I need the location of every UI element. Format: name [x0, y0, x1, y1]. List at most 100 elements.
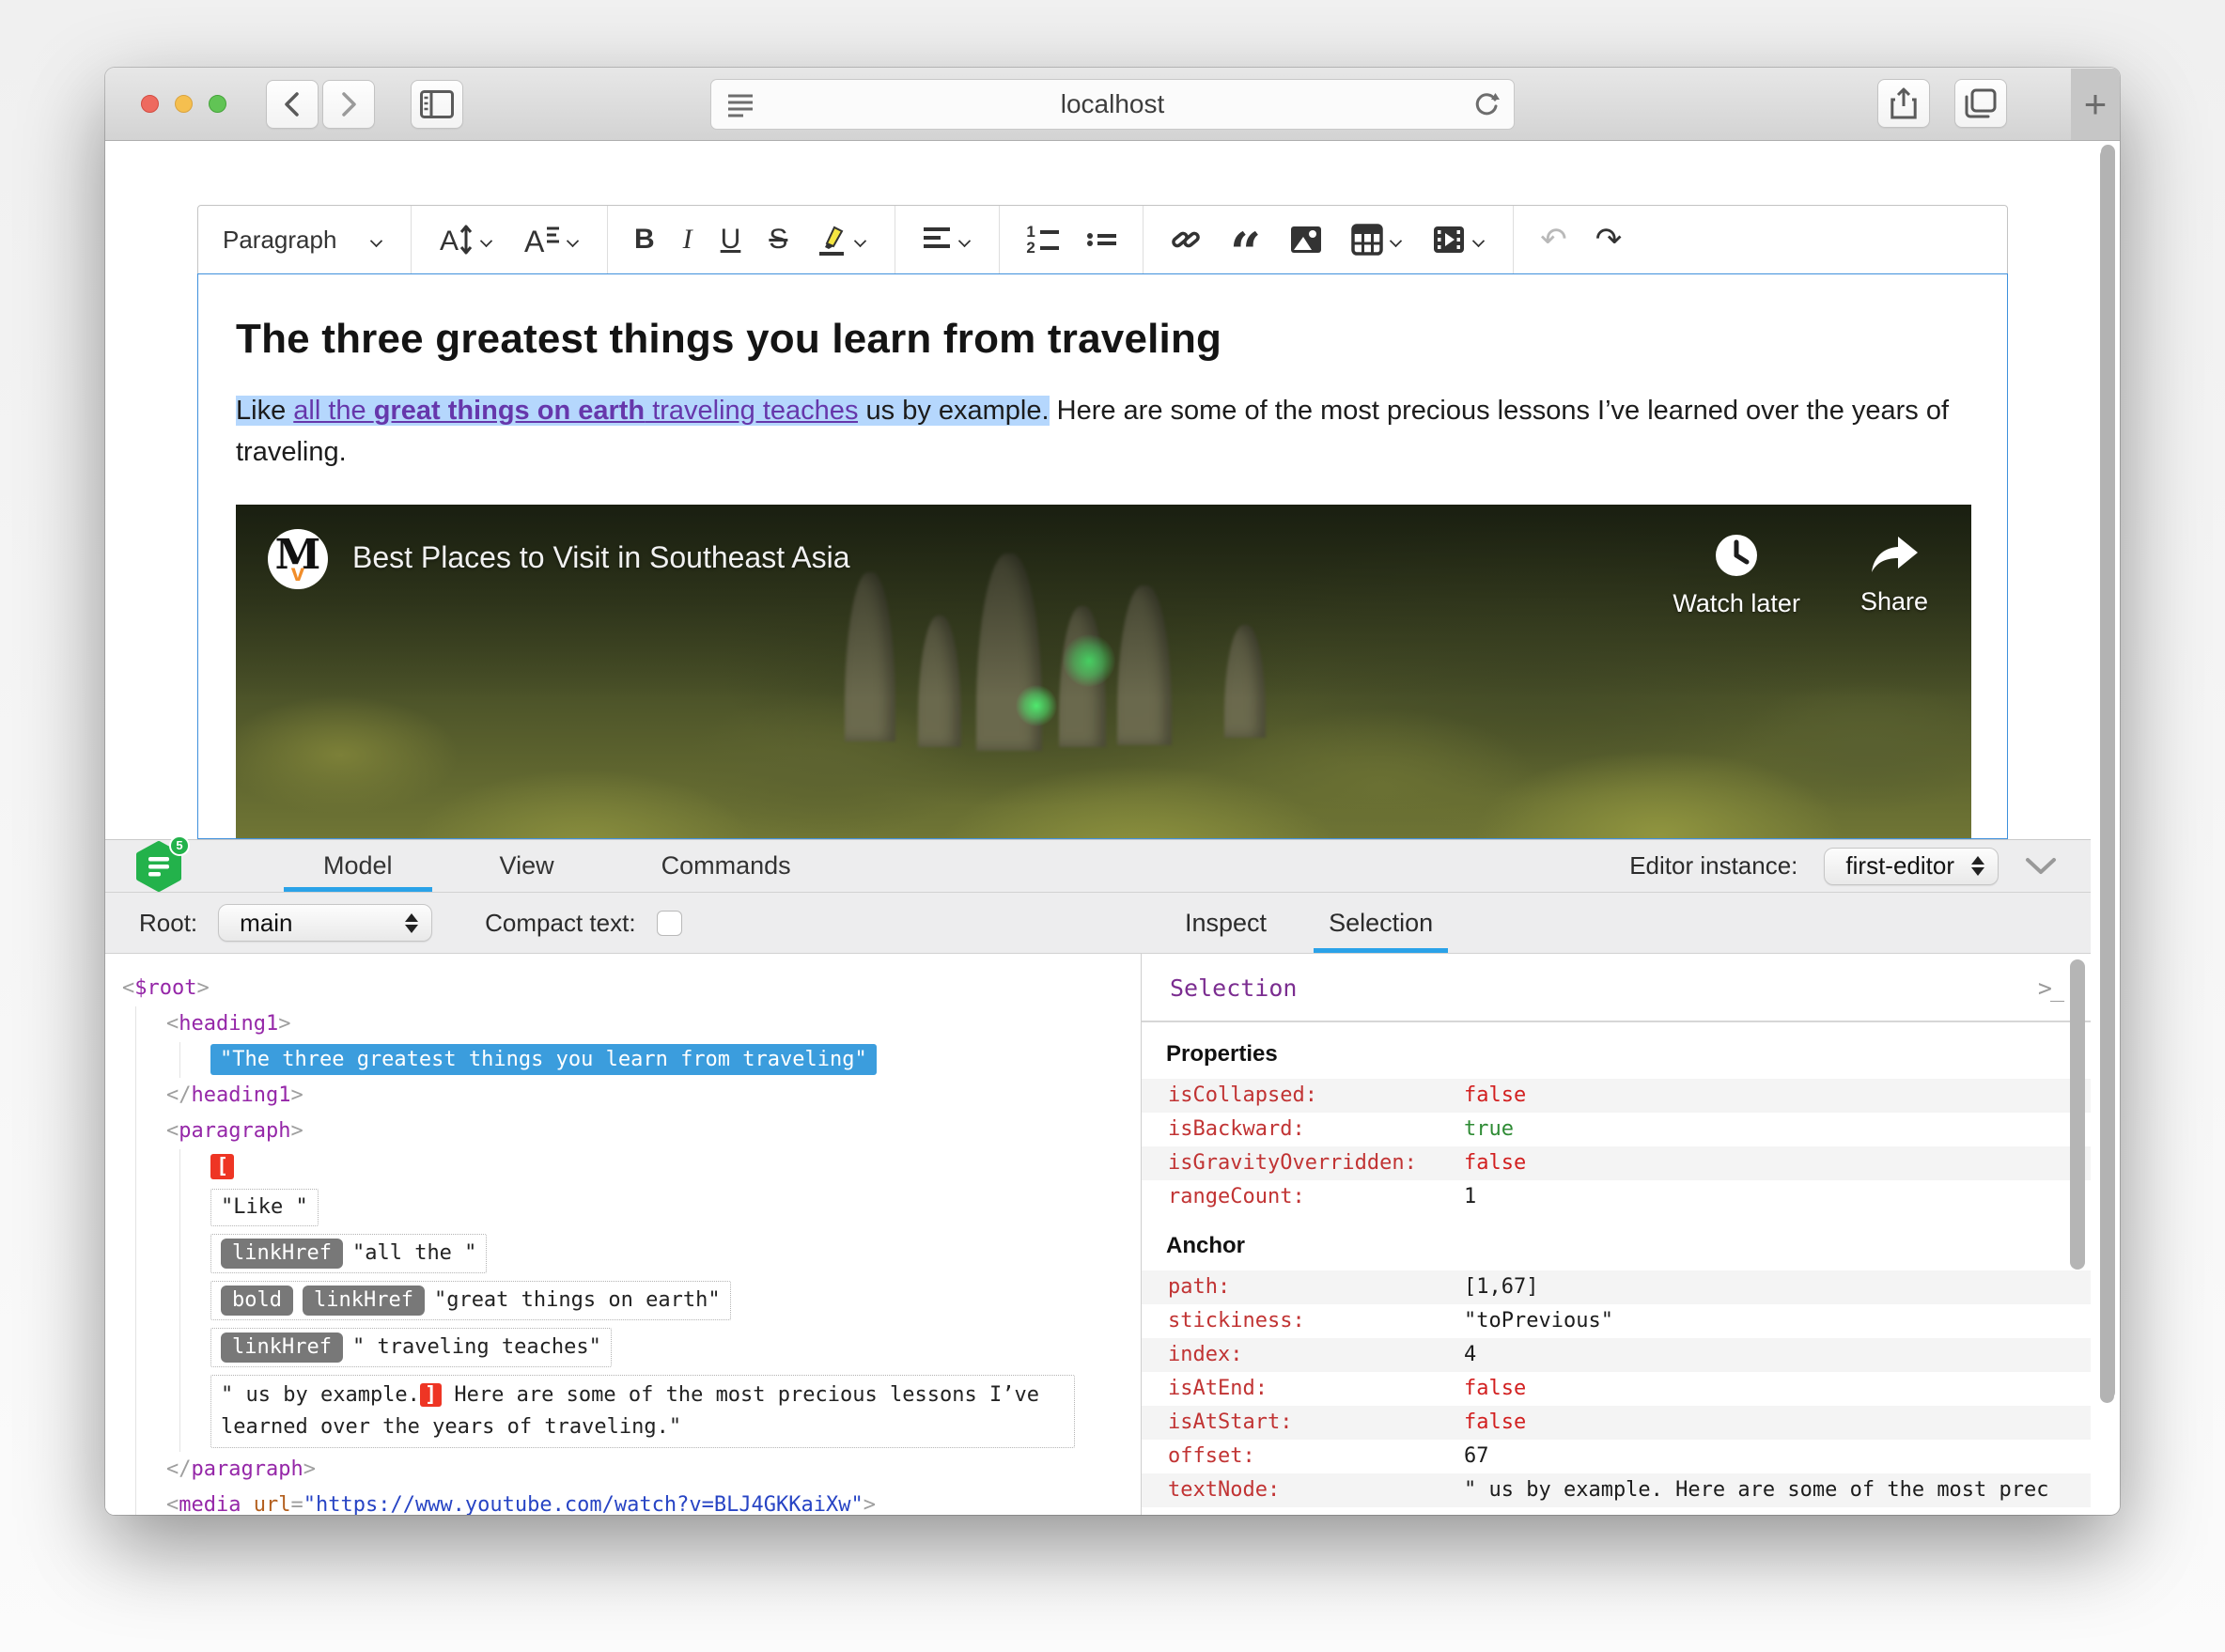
- chevron-down-icon: [1391, 236, 1404, 244]
- property-value: 4: [1464, 1343, 1477, 1366]
- italic-button[interactable]: I: [672, 213, 704, 266]
- property-key: offset:: [1168, 1444, 1255, 1468]
- url-text: localhost: [1060, 89, 1165, 118]
- insert-table-dropdown[interactable]: [1340, 213, 1415, 266]
- forward-button[interactable]: [322, 79, 375, 129]
- editor-paragraph: Like all the great things on earth trave…: [236, 391, 1969, 473]
- browser-titlebar: localhost +: [105, 68, 2120, 141]
- paragraph-link[interactable]: great things on earth: [373, 396, 646, 426]
- tab-overview-button[interactable]: [1954, 79, 2007, 128]
- video-share-button[interactable]: Share: [1860, 533, 1928, 618]
- bulleted-list-button[interactable]: [1076, 213, 1128, 266]
- channel-avatar[interactable]: M v: [268, 529, 328, 589]
- zoom-window-button[interactable]: [209, 95, 226, 113]
- editor-toolbar: Paragraph A A B I U S 1 2 “ ↶ ↷: [197, 205, 2008, 280]
- alignment-dropdown[interactable]: [910, 213, 984, 266]
- detail-scrollbar[interactable]: [2070, 959, 2085, 1270]
- highlight-icon: [816, 223, 848, 257]
- property-key: textNode:: [1168, 1478, 1281, 1502]
- font-size-dropdown[interactable]: A: [427, 213, 506, 266]
- compact-text-checkbox[interactable]: [656, 910, 682, 936]
- selection-start-marker: [: [210, 1154, 235, 1179]
- media-icon: [1432, 225, 1466, 255]
- compact-text-label: Compact text:: [485, 908, 636, 937]
- property-row: textNode: " us by example. Here are some …: [1142, 1473, 2091, 1507]
- property-row: isAtEnd: false: [1142, 1372, 2091, 1406]
- tree-heading1-close[interactable]: </heading1>: [166, 1078, 1141, 1114]
- close-window-button[interactable]: [141, 95, 159, 113]
- font-size-icon: A: [438, 223, 474, 257]
- tree-text-node[interactable]: linkHref "all the ": [210, 1234, 488, 1273]
- underline-button[interactable]: U: [709, 213, 753, 266]
- tree-paragraph-open[interactable]: <paragraph>: [166, 1114, 1141, 1149]
- insert-image-button[interactable]: [1278, 213, 1334, 266]
- link-icon: [1170, 224, 1202, 256]
- paragraph-link[interactable]: all the: [293, 396, 374, 426]
- tree-text-node[interactable]: bold linkHref "great things on earth": [210, 1281, 731, 1320]
- refresh-icon[interactable]: [1472, 90, 1501, 120]
- stepper-icon: [1971, 856, 1984, 876]
- ckeditor-inspector: 5 Model View Commands Editor instance: f…: [105, 834, 2091, 1515]
- redo-icon: ↷: [1595, 222, 1623, 257]
- model-tree[interactable]: <$root> <heading1> "The three greatest t…: [105, 954, 1142, 1515]
- tree-text-node[interactable]: " us by example.] Here are some of the m…: [210, 1375, 1075, 1448]
- page-scrollbar-thumb[interactable]: [2101, 145, 2115, 1399]
- console-icon[interactable]: >_: [2038, 974, 2064, 1002]
- block-quote-button[interactable]: “: [1219, 213, 1272, 280]
- undo-icon: ↶: [1540, 222, 1567, 257]
- tree-paragraph-close[interactable]: </paragraph>: [166, 1452, 1141, 1488]
- tree-selected-text-node[interactable]: "The three greatest things you learn fro…: [210, 1044, 877, 1075]
- heading-dropdown[interactable]: Paragraph: [211, 213, 396, 266]
- new-tab-button[interactable]: +: [2071, 69, 2120, 140]
- collapse-inspector-button[interactable]: [2025, 857, 2057, 876]
- highlight-dropdown[interactable]: [804, 213, 879, 266]
- back-button[interactable]: [266, 79, 319, 129]
- font-family-dropdown[interactable]: A: [511, 213, 592, 266]
- paragraph-link[interactable]: traveling teaches: [645, 396, 859, 426]
- root-select[interactable]: main: [218, 904, 433, 942]
- insert-media-dropdown[interactable]: [1421, 213, 1498, 266]
- property-row: isAtStart: false: [1142, 1406, 2091, 1440]
- watch-later-button[interactable]: Watch later: [1673, 533, 1800, 618]
- tab-model[interactable]: Model: [284, 840, 432, 892]
- reader-icon[interactable]: [726, 92, 755, 118]
- share-button[interactable]: [1877, 79, 1930, 128]
- section-title: Focus: [1142, 1507, 2091, 1515]
- address-bar[interactable]: localhost: [710, 79, 1515, 130]
- property-key: path:: [1168, 1275, 1231, 1299]
- sidebar-toggle-button[interactable]: [411, 79, 463, 129]
- editor-instance-select[interactable]: first-editor: [1824, 847, 1999, 885]
- table-icon: [1351, 224, 1383, 256]
- font-family-icon: A: [522, 223, 560, 257]
- strikethrough-button[interactable]: S: [757, 213, 799, 266]
- youtube-embed[interactable]: M v Best Places to Visit in Southeast As…: [236, 505, 1971, 838]
- paragraph-text: us by example.: [858, 396, 1050, 426]
- tab-view[interactable]: View: [460, 840, 594, 892]
- tree-root-open: <$root>: [122, 976, 210, 1000]
- section-title: Properties: [1166, 1041, 1278, 1067]
- inspector-header: 5 Model View Commands Editor instance: f…: [105, 834, 2091, 893]
- bold-button[interactable]: B: [623, 213, 666, 266]
- tab-commands[interactable]: Commands: [622, 840, 831, 892]
- tree-heading1-open[interactable]: <heading1>: [166, 1006, 1141, 1042]
- video-title[interactable]: Best Places to Visit in Southeast Asia: [352, 540, 1673, 575]
- tab-selection[interactable]: Selection: [1314, 893, 1449, 953]
- heading-dropdown-label: Paragraph: [223, 225, 337, 254]
- tree-media-open[interactable]: <media url="https://www.youtube.com/watc…: [166, 1488, 1141, 1515]
- numbered-list-icon: 1 2: [1026, 224, 1059, 256]
- property-key: isAtStart:: [1168, 1410, 1293, 1434]
- property-key: stickiness:: [1168, 1309, 1305, 1333]
- numbered-list-button[interactable]: 1 2: [1015, 213, 1069, 266]
- editor-content[interactable]: The three greatest things you learn from…: [197, 273, 2008, 839]
- undo-button[interactable]: ↶: [1529, 213, 1579, 266]
- tree-text-node[interactable]: linkHref " traveling teaches": [210, 1328, 612, 1367]
- tree-text-node[interactable]: "Like ": [210, 1189, 319, 1226]
- redo-button[interactable]: ↷: [1584, 213, 1634, 266]
- traffic-lights: [141, 95, 226, 113]
- link-button[interactable]: [1159, 213, 1213, 266]
- property-value: false: [1464, 1377, 1527, 1400]
- property-row: stickiness: "toPrevious": [1142, 1304, 2091, 1338]
- tab-inspect[interactable]: Inspect: [1170, 893, 1282, 953]
- minimize-window-button[interactable]: [175, 95, 193, 113]
- property-value: " us by example. Here are some of the mo…: [1464, 1478, 2049, 1502]
